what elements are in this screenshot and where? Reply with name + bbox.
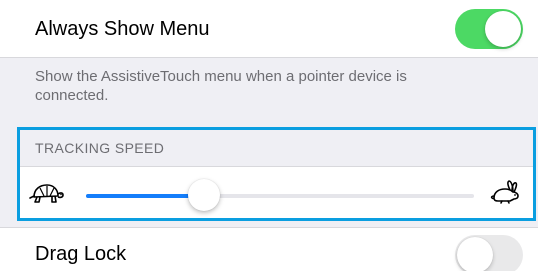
tracking-speed-highlight	[17, 127, 536, 221]
settings-page: Always Show Menu Show the AssistiveTouch…	[0, 0, 538, 271]
always-show-menu-row[interactable]: Always Show Menu	[0, 0, 538, 58]
always-show-menu-toggle[interactable]	[455, 9, 523, 49]
always-show-menu-label: Always Show Menu	[35, 18, 210, 40]
toggle-knob	[457, 237, 493, 271]
always-show-menu-footer: Show the AssistiveTouch menu when a poin…	[35, 68, 407, 104]
drag-lock-toggle[interactable]	[455, 235, 523, 271]
drag-lock-label: Drag Lock	[35, 243, 127, 265]
drag-lock-row[interactable]: Drag Lock	[0, 227, 538, 271]
toggle-knob	[485, 11, 521, 47]
